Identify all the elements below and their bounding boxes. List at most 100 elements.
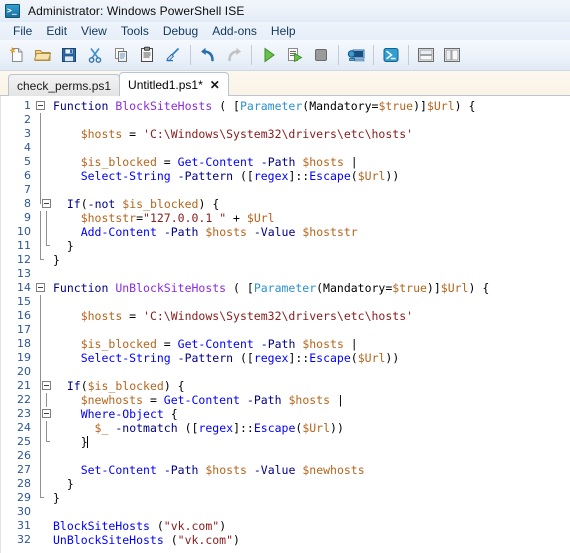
fold-marker (33, 211, 49, 225)
code-line: 7 (1, 183, 570, 197)
line-content: $hoststr="127.0.0.1 " + $Url (80, 211, 275, 225)
menu-view[interactable]: View (74, 22, 114, 40)
play-triangle-icon (264, 47, 275, 63)
code-line: 28 } (1, 477, 570, 491)
line-content: If(-not $is_blocked) { (66, 197, 220, 211)
code-line: 21 If($is_blocked) { (1, 379, 570, 393)
fold-marker (33, 435, 50, 449)
fold-marker (33, 505, 49, 519)
toolbar (0, 40, 570, 71)
stop-square-icon (315, 49, 327, 61)
fold-marker[interactable] (33, 407, 51, 421)
redo-button[interactable] (221, 42, 247, 68)
close-icon[interactable]: ✕ (210, 79, 220, 91)
line-number: 28 (17, 477, 31, 490)
fold-marker (33, 239, 50, 253)
cut-button[interactable] (82, 42, 108, 68)
line-number: 27 (17, 463, 31, 476)
menu-debug[interactable]: Debug (156, 22, 205, 40)
show-script-pane-top-button[interactable] (413, 42, 439, 68)
code-line: 27 Set-Content -Path $hosts -Value $newh… (1, 463, 570, 477)
undo-button[interactable] (195, 42, 221, 68)
code-line: 16 $hosts = 'C:\Windows\System32\drivers… (1, 309, 570, 323)
line-content: } (53, 435, 88, 449)
line-number: 22 (17, 393, 31, 406)
code-line: 14 Function UnBlockSiteHosts ( [Paramete… (1, 281, 570, 295)
fold-marker (33, 519, 49, 533)
line-content: Function UnBlockSiteHosts ( [Parameter(M… (53, 281, 490, 295)
fold-marker[interactable] (33, 99, 49, 113)
run-selection-button[interactable] (282, 42, 308, 68)
fold-marker (33, 225, 49, 239)
code-line: 26 (1, 449, 570, 463)
fold-marker[interactable] (33, 379, 51, 393)
fold-marker[interactable] (33, 197, 51, 211)
line-number: 7 (24, 183, 31, 196)
powershell-ise-icon: >_ (5, 3, 21, 19)
line-content: Select-String -Pattern ([regex]::Escape(… (80, 351, 400, 365)
tab-check-perms[interactable]: check_perms.ps1 (8, 74, 121, 96)
fold-marker (33, 491, 49, 505)
line-content (49, 113, 570, 127)
line-number: 31 (17, 519, 31, 532)
code-line: 13 (1, 267, 570, 281)
line-number: 2 (24, 113, 31, 126)
clear-console-button[interactable] (160, 42, 186, 68)
tab-label: check_perms.ps1 (17, 78, 112, 93)
code-line: 8 If(-not $is_blocked) { (1, 197, 570, 211)
fold-marker (33, 127, 49, 141)
code-editor[interactable]: 1 Function BlockSiteHosts ( [Parameter(M… (1, 99, 570, 553)
start-powershell-button[interactable] (378, 42, 404, 68)
fold-marker (33, 183, 49, 197)
open-folder-icon (34, 50, 52, 61)
layout-vertical-icon (444, 48, 460, 62)
tab-strip: check_perms.ps1 Untitled1.ps1* ✕ (0, 71, 570, 96)
menu-help[interactable]: Help (264, 22, 303, 40)
code-line: 10 Add-Content -Path $hosts -Value $host… (1, 225, 570, 239)
menu-edit[interactable]: Edit (39, 22, 74, 40)
code-line: 5 $is_blocked = Get-Content -Path $hosts… (1, 155, 570, 169)
line-number: 1 (24, 99, 31, 112)
copy-button[interactable] (108, 42, 134, 68)
code-line: 3 $hosts = 'C:\Windows\System32\drivers\… (1, 127, 570, 141)
open-script-button[interactable] (30, 42, 56, 68)
code-line: 1 Function BlockSiteHosts ( [Parameter(M… (1, 99, 570, 113)
paste-button[interactable] (134, 42, 160, 68)
show-script-pane-right-button[interactable] (439, 42, 465, 68)
line-number: 11 (17, 239, 31, 252)
line-content (49, 141, 570, 155)
save-button[interactable] (56, 42, 82, 68)
fold-marker (33, 365, 49, 379)
run-script-button[interactable] (256, 42, 282, 68)
code-line: 25 } (1, 435, 570, 449)
save-icon (62, 48, 76, 62)
toolbar-separator (338, 45, 339, 65)
code-line: 22 $newhosts = Get-Content -Path $hosts … (1, 393, 570, 407)
toolbar-separator (190, 45, 191, 65)
line-number: 9 (24, 211, 31, 224)
tab-untitled1[interactable]: Untitled1.ps1* ✕ (119, 72, 229, 96)
menu-file[interactable]: File (6, 22, 39, 40)
menu-tools[interactable]: Tools (114, 22, 156, 40)
menu-add-ons[interactable]: Add-ons (205, 22, 264, 40)
line-number: 18 (17, 337, 31, 350)
fold-marker (33, 253, 49, 267)
line-number: 14 (17, 281, 31, 294)
line-number: 3 (24, 127, 31, 140)
line-content (49, 183, 570, 197)
code-line: 30 (1, 505, 570, 519)
line-content: $_ -notmatch ([regex]::Escape($Url)) (94, 421, 344, 435)
code-line: 6 Select-String -Pattern ([regex]::Escap… (1, 169, 570, 183)
fold-marker (33, 155, 49, 169)
new-remote-tab-button[interactable] (343, 42, 369, 68)
line-number: 8 (24, 197, 31, 210)
stop-operation-button[interactable] (308, 42, 334, 68)
line-content: Function BlockSiteHosts ( [Parameter(Man… (53, 99, 476, 113)
script-pane[interactable]: 1 Function BlockSiteHosts ( [Parameter(M… (0, 96, 570, 553)
fold-marker (33, 295, 49, 309)
code-line: 11 } (1, 239, 570, 253)
fold-marker[interactable] (33, 281, 49, 295)
line-number: 10 (17, 225, 31, 238)
line-content (49, 365, 570, 379)
new-script-button[interactable] (4, 42, 30, 68)
